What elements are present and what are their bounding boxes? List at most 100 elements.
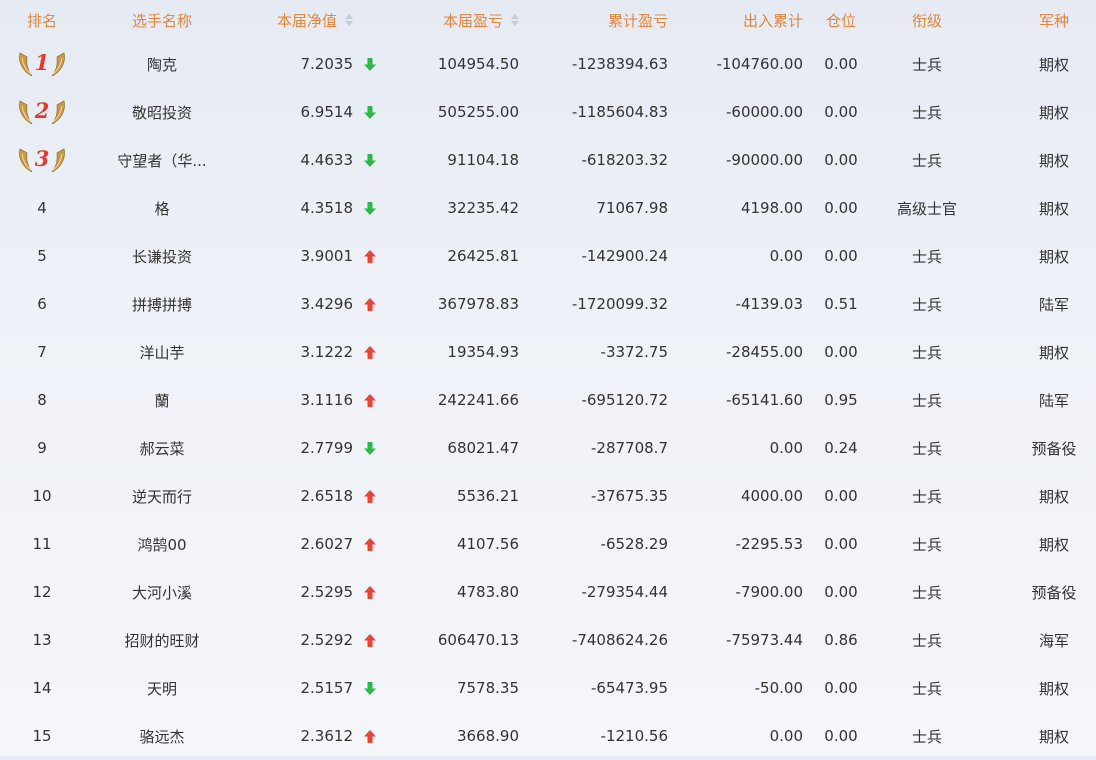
table-row[interactable]: 1 陶克 7.2035 104954.50 -1238394.63 -104760.00 0… [0,40,1096,88]
cell-arm: 期权 [1038,55,1069,74]
rank-number: 1 [34,50,50,75]
leaderboard-table: 排名 选手名称 本届净值 本届盈亏 累计盈亏 出入累计 仓位 衔级 军种 1 陶克… [0,0,1096,760]
cell-rank: 4 [0,184,84,232]
table-row[interactable]: 15 骆远杰 2.3612 3668.90 -1210.56 0.00 0.00 士兵 期权 [0,712,1096,760]
cell-rank-title: 士兵 [911,439,942,458]
cell-position: 0.00 [824,199,858,217]
cell-rank-title: 士兵 [911,631,942,650]
cell-arm: 陆军 [1038,391,1069,410]
cell-rank-title: 士兵 [911,727,942,746]
cell-cumulative: -142900.24 [581,247,668,265]
cell-rank: 1 [0,40,84,88]
table-row[interactable]: 2 敬昭投资 6.9514 505255.00 -1185604.83 -60000.00… [0,88,1096,136]
cell-position: 0.00 [824,727,858,745]
player-name-link[interactable]: 格 [95,184,229,232]
player-name-link[interactable]: 陶克 [95,40,229,88]
cell-flow: -60000.00 [726,103,803,121]
table-row[interactable]: 13 招财的旺财 2.5292 606470.13 -7408624.26 -75973.… [0,616,1096,664]
cell-flow: -90000.00 [726,151,803,169]
cell-arm: 期权 [1038,343,1069,362]
table-row[interactable]: 9 郝云菜 2.7799 68021.47 -287708.7 0.00 0.24 士兵 预备役 [0,424,1096,472]
cell-flow: -75973.44 [726,631,803,649]
sort-icon [511,14,519,26]
cell-nav: 2.5292 [300,631,354,649]
cell-nav: 6.9514 [300,103,354,121]
header-rank-title: 衔级 [911,11,942,30]
cell-arm: 期权 [1038,103,1069,122]
table-row[interactable]: 6 拼搏拼搏 3.4296 367978.83 -1720099.32 -4139.03 0… [0,280,1096,328]
player-name-link[interactable]: 骆远杰 [95,712,229,760]
cell-position: 0.00 [824,583,858,601]
cell-position: 0.95 [824,391,858,409]
player-name-link[interactable]: 大河小溪 [95,568,229,616]
cell-position: 0.00 [824,103,858,121]
player-name-link[interactable]: 敬昭投资 [95,88,229,136]
cell-cumulative: -695120.72 [581,391,668,409]
player-name-link[interactable]: 逆天而行 [95,472,229,520]
cell-nav: 2.6518 [300,487,354,505]
cell-rank: 7 [0,328,84,376]
rank-number: 5 [37,247,47,265]
player-name-link[interactable]: 洋山芋 [95,328,229,376]
cell-arm: 海军 [1038,631,1069,650]
cell-nav: 2.5295 [300,583,354,601]
rank-number: 3 [34,146,50,171]
cell-rank: 6 [0,280,84,328]
cell-arm: 期权 [1038,727,1069,746]
cell-rank: 14 [0,664,84,712]
table-row[interactable]: 3 守望者（华... 4.4633 91104.18 -618203.32 -90000.… [0,136,1096,184]
player-name-link[interactable]: 郝云菜 [95,424,229,472]
cell-position: 0.00 [824,535,858,553]
cell-arm: 期权 [1038,679,1069,698]
header-nav-label: 本届净值 [276,11,337,30]
header-flow: 出入累计 [742,11,803,30]
cell-rank-title: 士兵 [911,103,942,122]
cell-nav: 4.4633 [300,151,354,169]
player-name-link[interactable]: 天明 [95,664,229,712]
cell-nav: 2.3612 [300,727,354,745]
cell-rank: 13 [0,616,84,664]
cell-rank-title: 士兵 [911,247,942,266]
table-row[interactable]: 7 洋山芋 3.1222 19354.93 -3372.75 -28455.00 0.00 士… [0,328,1096,376]
player-name-link[interactable]: 长谦投资 [95,232,229,280]
table-row[interactable]: 8 蘭 3.1116 242241.66 -695120.72 -65141.60 0.95… [0,376,1096,424]
table-row[interactable]: 4 格 4.3518 32235.42 71067.98 4198.00 0.00 高级士官 期… [0,184,1096,232]
table-row[interactable]: 5 长谦投资 3.9001 26425.81 -142900.24 0.00 0.00 士兵 期… [0,232,1096,280]
cell-rank: 12 [0,568,84,616]
cell-rank: 3 [0,136,84,184]
cell-nav: 3.9001 [300,247,354,265]
player-name-link[interactable]: 守望者（华... [95,136,229,184]
rank-number: 11 [32,535,52,553]
player-name-link[interactable]: 鸿鹄00 [95,520,229,568]
rank-medal-badge: 2 [16,97,68,127]
cell-rank-title: 士兵 [911,679,942,698]
rank-number: 7 [37,343,47,361]
cell-rank: 9 [0,424,84,472]
cell-position: 0.00 [824,247,858,265]
header-position: 仓位 [825,11,856,30]
table-row[interactable]: 10 逆天而行 2.6518 5536.21 -37675.35 4000.00 0.00 士… [0,472,1096,520]
cell-cumulative: -65473.95 [591,679,668,697]
cell-arm: 期权 [1038,199,1069,218]
table-row[interactable]: 12 大河小溪 2.5295 4783.80 -279354.44 -7900.00 0.0… [0,568,1096,616]
player-name-link[interactable]: 拼搏拼搏 [95,280,229,328]
rank-number: 12 [32,583,52,601]
rank-number: 8 [37,391,47,409]
header-nav-sort[interactable]: 本届净值 [235,0,353,40]
cell-nav: 3.4296 [300,295,354,313]
player-name-link[interactable]: 招财的旺财 [95,616,229,664]
table-row[interactable]: 11 鸿鹄00 2.6027 4107.56 -6528.29 -2295.53 0.00 士… [0,520,1096,568]
cell-pnl: 505255.00 [437,103,519,121]
header-name: 选手名称 [131,11,192,30]
header-cumulative: 累计盈亏 [607,11,668,30]
table-row[interactable]: 14 天明 2.5157 7578.35 -65473.95 -50.00 0.00 士兵 期权 [0,664,1096,712]
cell-nav: 3.1116 [300,391,354,409]
player-name-link[interactable]: 蘭 [95,376,229,424]
rank-medal-badge: 1 [16,49,68,79]
cell-position: 0.24 [824,439,858,457]
rank-number: 13 [32,631,52,649]
cell-rank: 5 [0,232,84,280]
cell-flow: 0.00 [769,439,803,457]
header-pnl-label: 本届盈亏 [442,11,503,30]
header-pnl-sort[interactable]: 本届盈亏 [380,0,519,40]
